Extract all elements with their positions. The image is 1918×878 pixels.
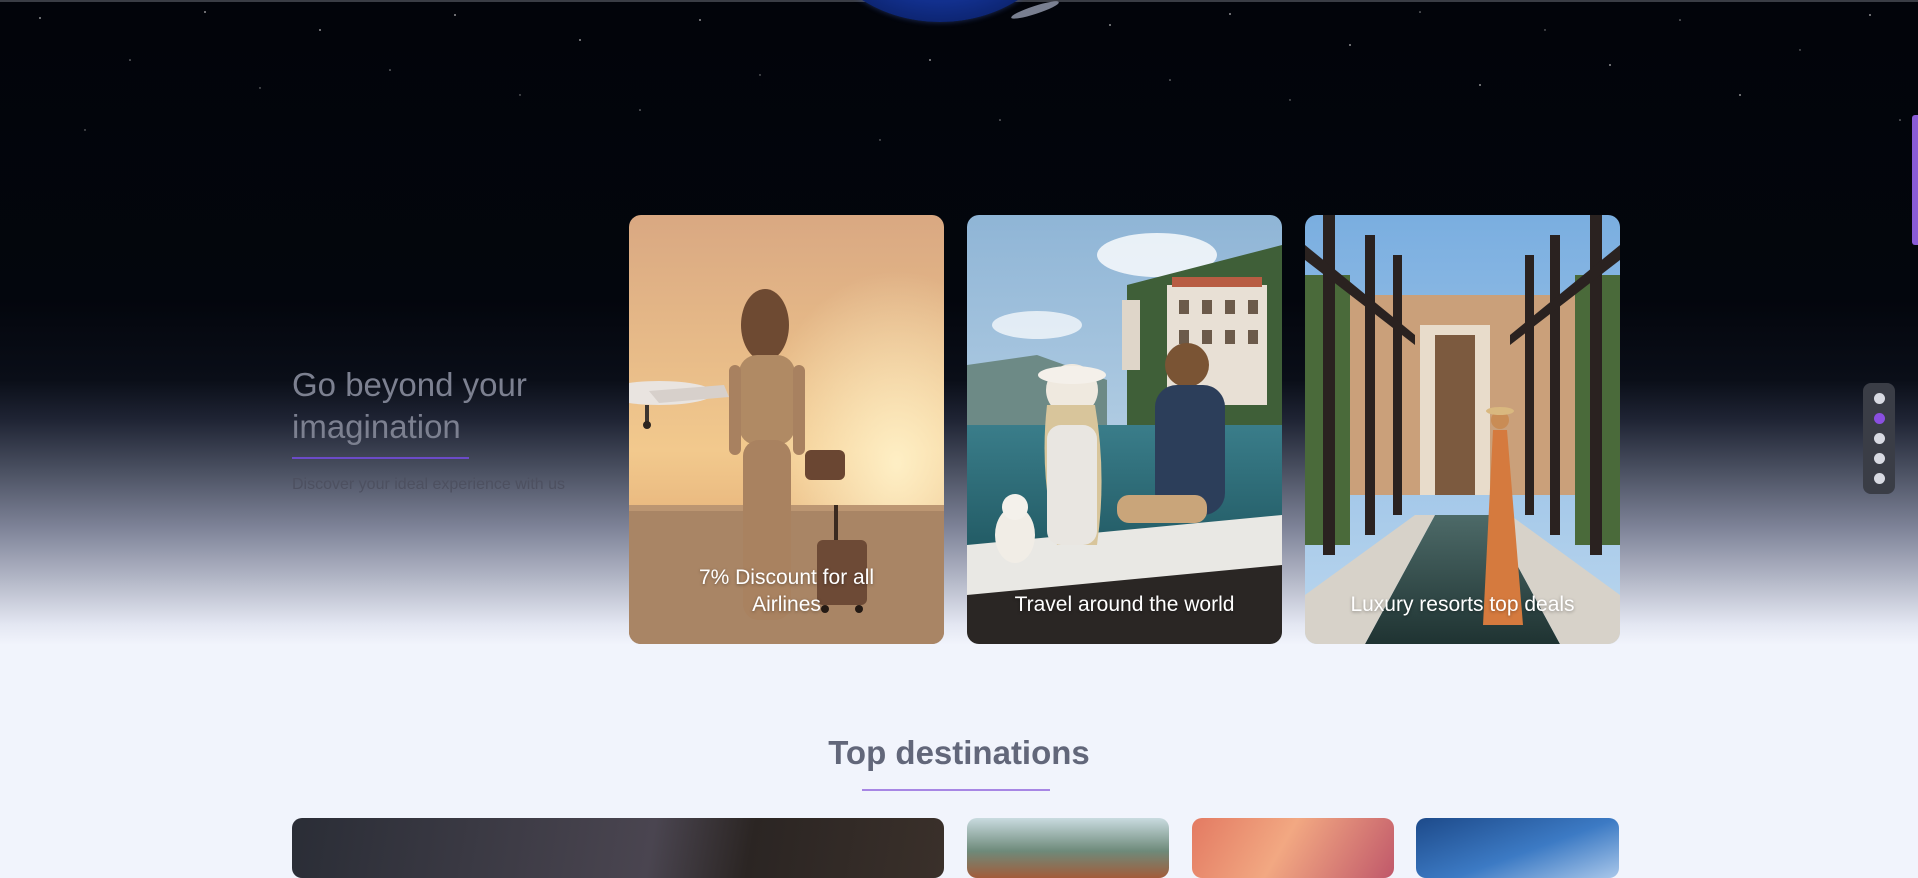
- destination-tile-1[interactable]: [292, 818, 944, 878]
- starfield: [39, 11, 1901, 141]
- card-caption: Luxury resorts top deals: [1350, 593, 1575, 616]
- resort-photo: [1305, 215, 1620, 644]
- section-dot-1[interactable]: [1873, 393, 1885, 404]
- offer-card-travel[interactable]: Travel around the world: [967, 215, 1282, 644]
- card-caption: 7% Discount for all Airlines: [698, 566, 875, 616]
- destination-tile-2[interactable]: [967, 818, 1169, 878]
- offer-card-airlines[interactable]: 7% Discount for all Airlines: [629, 215, 944, 644]
- section-dot-4[interactable]: [1873, 453, 1885, 464]
- section-dot-2[interactable]: [1873, 413, 1885, 424]
- destination-tile-4[interactable]: [1416, 818, 1619, 878]
- section-nav-dots: [1863, 383, 1895, 494]
- offer-card-resorts[interactable]: Luxury resorts top deals: [1305, 215, 1620, 644]
- hero-headline: Go beyond your imagination: [292, 366, 527, 445]
- scroll-indicator[interactable]: [1912, 115, 1918, 245]
- section-title: Top destinations: [828, 734, 1090, 771]
- hero-section: Go beyond your imagination Discover your…: [0, 0, 1918, 645]
- card-caption: Travel around the world: [1014, 593, 1235, 616]
- headline-underline: [292, 457, 469, 459]
- section-dot-5[interactable]: [1873, 473, 1885, 484]
- section-dot-3[interactable]: [1873, 433, 1885, 444]
- boat-photo: [967, 215, 1282, 644]
- section-title-underline: [862, 789, 1050, 791]
- destination-tile-3[interactable]: [1192, 818, 1394, 878]
- hero-subtitle: Discover your ideal experience with us: [292, 476, 566, 493]
